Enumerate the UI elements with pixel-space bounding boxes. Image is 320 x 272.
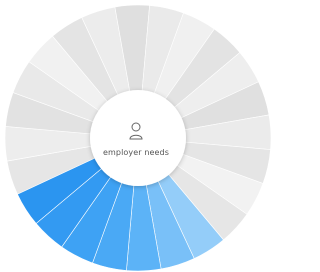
user-icon xyxy=(129,122,143,140)
center-label: employer needs xyxy=(103,148,169,157)
